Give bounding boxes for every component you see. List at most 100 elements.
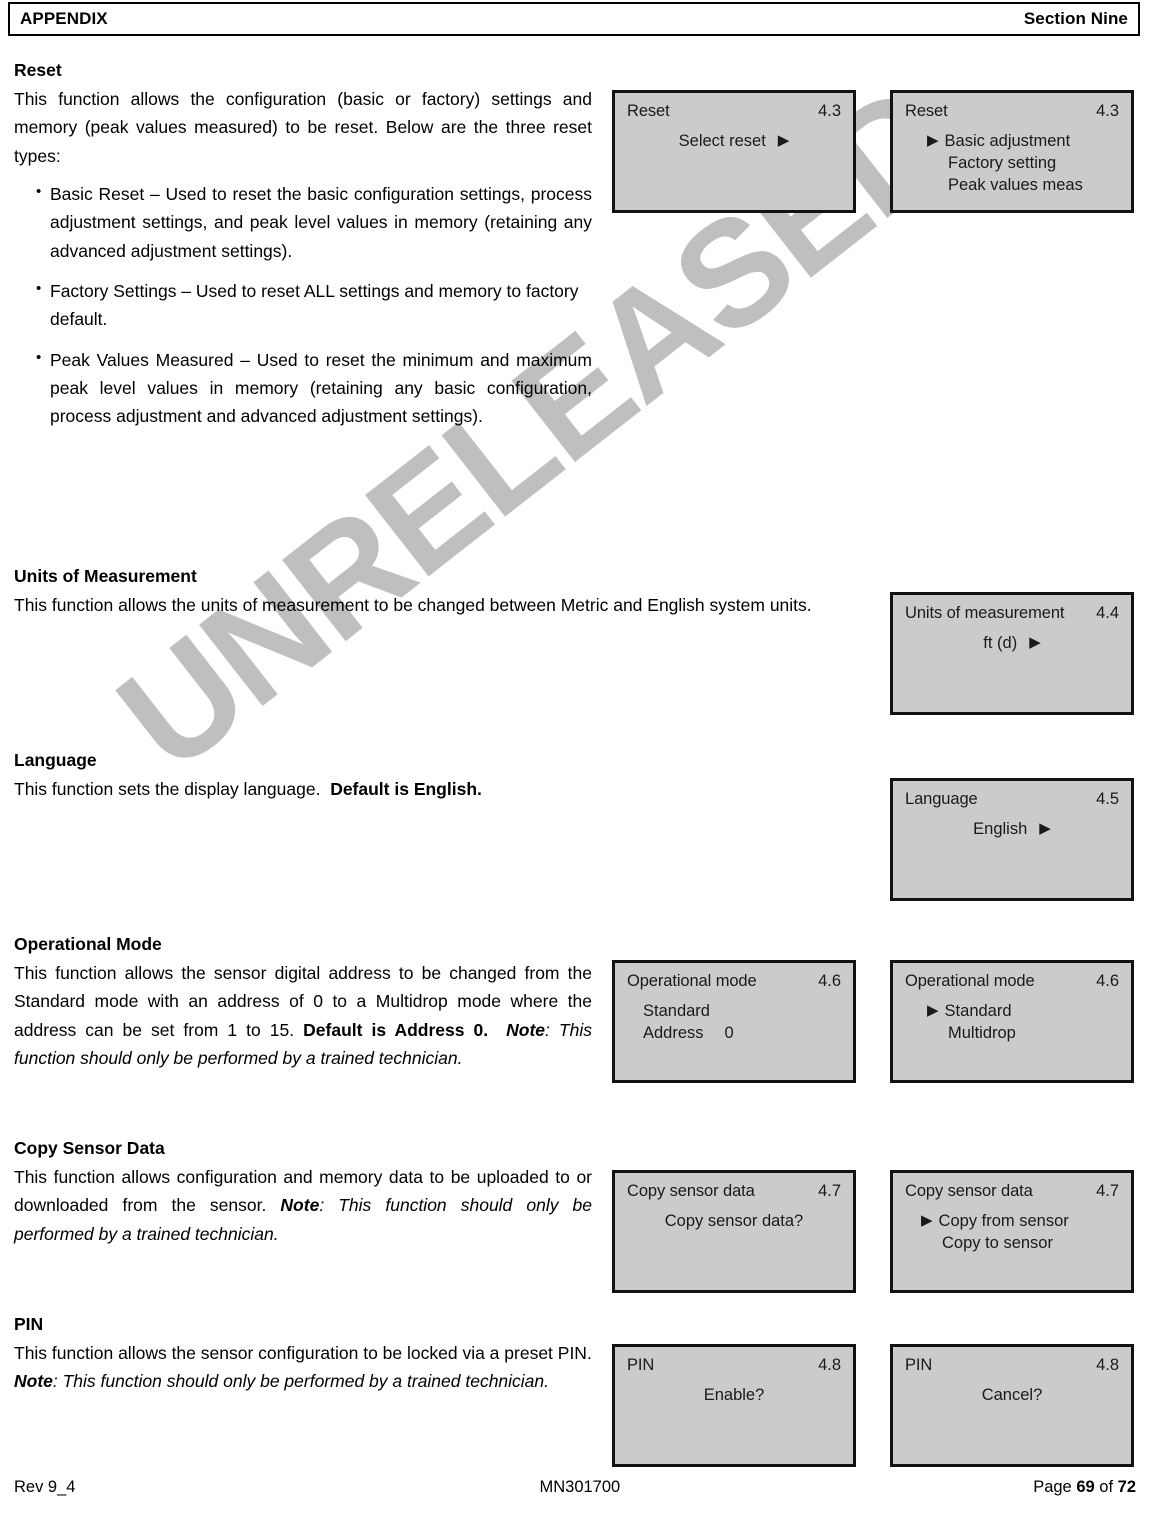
lcd-line-text: Copy from sensor — [938, 1212, 1069, 1230]
lcd-line: English ▶ — [893, 819, 1131, 841]
lcd-menu-item-selected[interactable]: ▶ Copy from sensor — [921, 1211, 1131, 1233]
lcd-line: Standard — [643, 1001, 853, 1023]
lcd-title-row: PIN 4.8 — [905, 1356, 1119, 1375]
opmode-default-bold: Default is Address 0. — [303, 1019, 489, 1040]
lcd-body: ▶ Standard Multidrop — [893, 1001, 1131, 1045]
lcd-menu-number: 4.5 — [1096, 790, 1119, 808]
pin-body-text: This function allows the sensor configur… — [14, 1342, 592, 1363]
footer-page-word: Page — [1033, 1478, 1072, 1496]
lcd-body: Copy sensor data? — [615, 1211, 853, 1233]
heading-language: Language — [14, 750, 97, 770]
lcd-line-text: Factory setting — [948, 153, 1057, 172]
lcd-line-text: English — [973, 820, 1028, 838]
lcd-menu-number: 4.8 — [818, 1356, 841, 1374]
lcd-title: Language — [905, 790, 978, 808]
lcd-title: PIN — [627, 1356, 655, 1374]
list-item: Factory Settings – Used to reset ALL set… — [36, 277, 592, 334]
lcd-menu-item-selected[interactable]: ▶ Standard — [927, 1001, 1131, 1023]
lcd-line-text: Standard — [643, 1002, 710, 1020]
lcd-title: Reset — [627, 102, 670, 120]
lcd-line-text: Multidrop — [948, 1023, 1016, 1042]
footer-revision: Rev 9_4 — [14, 1478, 76, 1496]
lcd-menu-number: 4.8 — [1096, 1356, 1119, 1374]
lcd-line-text: ft (d) — [983, 634, 1018, 652]
lcd-panel-pin-enable: PIN 4.8 Enable? — [612, 1344, 856, 1467]
paragraph-units-of-measurement: This function allows the units of measur… — [14, 594, 812, 615]
selection-arrow-icon: ▶ — [921, 1212, 933, 1229]
lcd-menu-number: 4.7 — [1096, 1182, 1119, 1200]
page-footer: Rev 9_4 MN301700 Page 69 of 72 — [14, 1478, 1136, 1497]
lcd-line-text: Peak values meas — [948, 175, 1083, 194]
heading-units-of-measurement: Units of Measurement — [14, 566, 197, 586]
lcd-menu-item-selected[interactable]: ▶ Basic adjustment — [927, 131, 1131, 153]
lcd-title-row: Reset 4.3 — [627, 102, 841, 121]
section-copy-sensor-data: Copy Sensor Data This function allows co… — [14, 1138, 592, 1248]
lcd-menu-item[interactable]: Peak values meas — [927, 175, 1131, 197]
lcd-body: English ▶ — [893, 819, 1131, 841]
right-arrow-icon: ▶ — [1029, 634, 1041, 651]
pin-note-label: Note — [14, 1371, 53, 1392]
list-item: Peak Values Measured – Used to reset the… — [36, 346, 592, 431]
lcd-body: ▶ Basic adjustment Factory setting Peak v… — [893, 131, 1131, 196]
selection-arrow-icon: ▶ — [927, 132, 939, 149]
lcd-panel-copy-sensor-data-menu: Copy sensor data 4.7 ▶ Copy from sensor C… — [890, 1170, 1134, 1293]
lcd-address-value: 0 — [724, 1023, 734, 1042]
right-arrow-icon: ▶ — [1039, 820, 1051, 837]
lcd-title: Operational mode — [905, 972, 1035, 990]
lcd-line-text: Enable? — [703, 1386, 765, 1404]
lcd-menu-number: 4.6 — [818, 972, 841, 990]
heading-pin: PIN — [14, 1314, 44, 1334]
header-left-title: APPENDIX — [20, 9, 108, 28]
lcd-menu-number: 4.6 — [1096, 972, 1119, 990]
language-body-text: This function sets the display language. — [14, 778, 321, 799]
lcd-menu-number: 4.3 — [1096, 102, 1119, 120]
section-operational-mode: Operational Mode This function allows th… — [14, 934, 592, 1072]
lcd-address-label: Address — [643, 1023, 704, 1042]
lcd-line: Enable? — [615, 1385, 853, 1407]
lcd-title-row: Copy sensor data 4.7 — [905, 1182, 1119, 1201]
lcd-title-row: Operational mode 4.6 — [627, 972, 841, 991]
footer-page-number: Page 69 of 72 — [1033, 1478, 1136, 1497]
lcd-body: Select reset ▶ — [615, 131, 853, 153]
pin-note-text: : This function should only be performed… — [52, 1371, 550, 1392]
section-language: Language This function sets the display … — [14, 750, 876, 803]
header-right-title: Section Nine — [1023, 9, 1128, 28]
section-units-of-measurement: Units of Measurement This function allow… — [14, 566, 876, 619]
lcd-body: ft (d) ▶ — [893, 633, 1131, 655]
list-item: Basic Reset – Used to reset the basic co… — [36, 180, 592, 265]
paragraph-pin: This function allows the sensor configur… — [14, 1339, 592, 1396]
lcd-title-row: Units of measurement 4.4 — [905, 604, 1119, 623]
lcd-menu-item[interactable]: Copy to sensor — [921, 1233, 1131, 1255]
lcd-line: Cancel? — [893, 1385, 1131, 1407]
lcd-line: Copy sensor data? — [615, 1211, 853, 1233]
paragraph-operational-mode: This function allows the sensor digital … — [14, 959, 592, 1072]
paragraph-copy-sensor-data: This function allows configuration and m… — [14, 1163, 592, 1248]
lcd-line: ft (d) ▶ — [893, 633, 1131, 655]
section-pin: PIN This function allows the sensor conf… — [14, 1314, 592, 1396]
lcd-title: PIN — [905, 1356, 933, 1374]
lcd-title-row: Reset 4.3 — [905, 102, 1119, 121]
lcd-title-row: PIN 4.8 — [627, 1356, 841, 1375]
lcd-title: Units of measurement — [905, 604, 1065, 622]
lcd-menu-number: 4.3 — [818, 102, 841, 120]
lcd-title: Reset — [905, 102, 948, 120]
lcd-menu-item[interactable]: Multidrop — [927, 1023, 1131, 1045]
reset-types-list: Basic Reset – Used to reset the basic co… — [14, 180, 592, 431]
lcd-body: Standard Address 0 — [615, 1001, 853, 1045]
lcd-line: Address 0 — [643, 1023, 853, 1045]
lcd-panel-pin-cancel: PIN 4.8 Cancel? — [890, 1344, 1134, 1467]
lcd-menu-item[interactable]: Factory setting — [927, 153, 1131, 175]
heading-operational-mode: Operational Mode — [14, 934, 162, 954]
lcd-line-text: Copy to sensor — [942, 1233, 1053, 1252]
lcd-menu-number: 4.7 — [818, 1182, 841, 1200]
paragraph-reset-intro: This function allows the configuration (… — [14, 88, 592, 166]
lcd-menu-number: 4.4 — [1096, 604, 1119, 622]
paragraph-language: This function sets the display language.… — [14, 775, 876, 803]
lcd-title-row: Copy sensor data 4.7 — [627, 1182, 841, 1201]
lcd-panel-language: Language 4.5 English ▶ — [890, 778, 1134, 901]
page-content: Reset This function allows the configura… — [0, 44, 1149, 1467]
opmode-note-label: Note — [506, 1019, 546, 1040]
lcd-body: Enable? — [615, 1385, 853, 1407]
heading-reset: Reset — [14, 60, 62, 80]
lcd-line-text: Copy sensor data? — [664, 1212, 804, 1230]
